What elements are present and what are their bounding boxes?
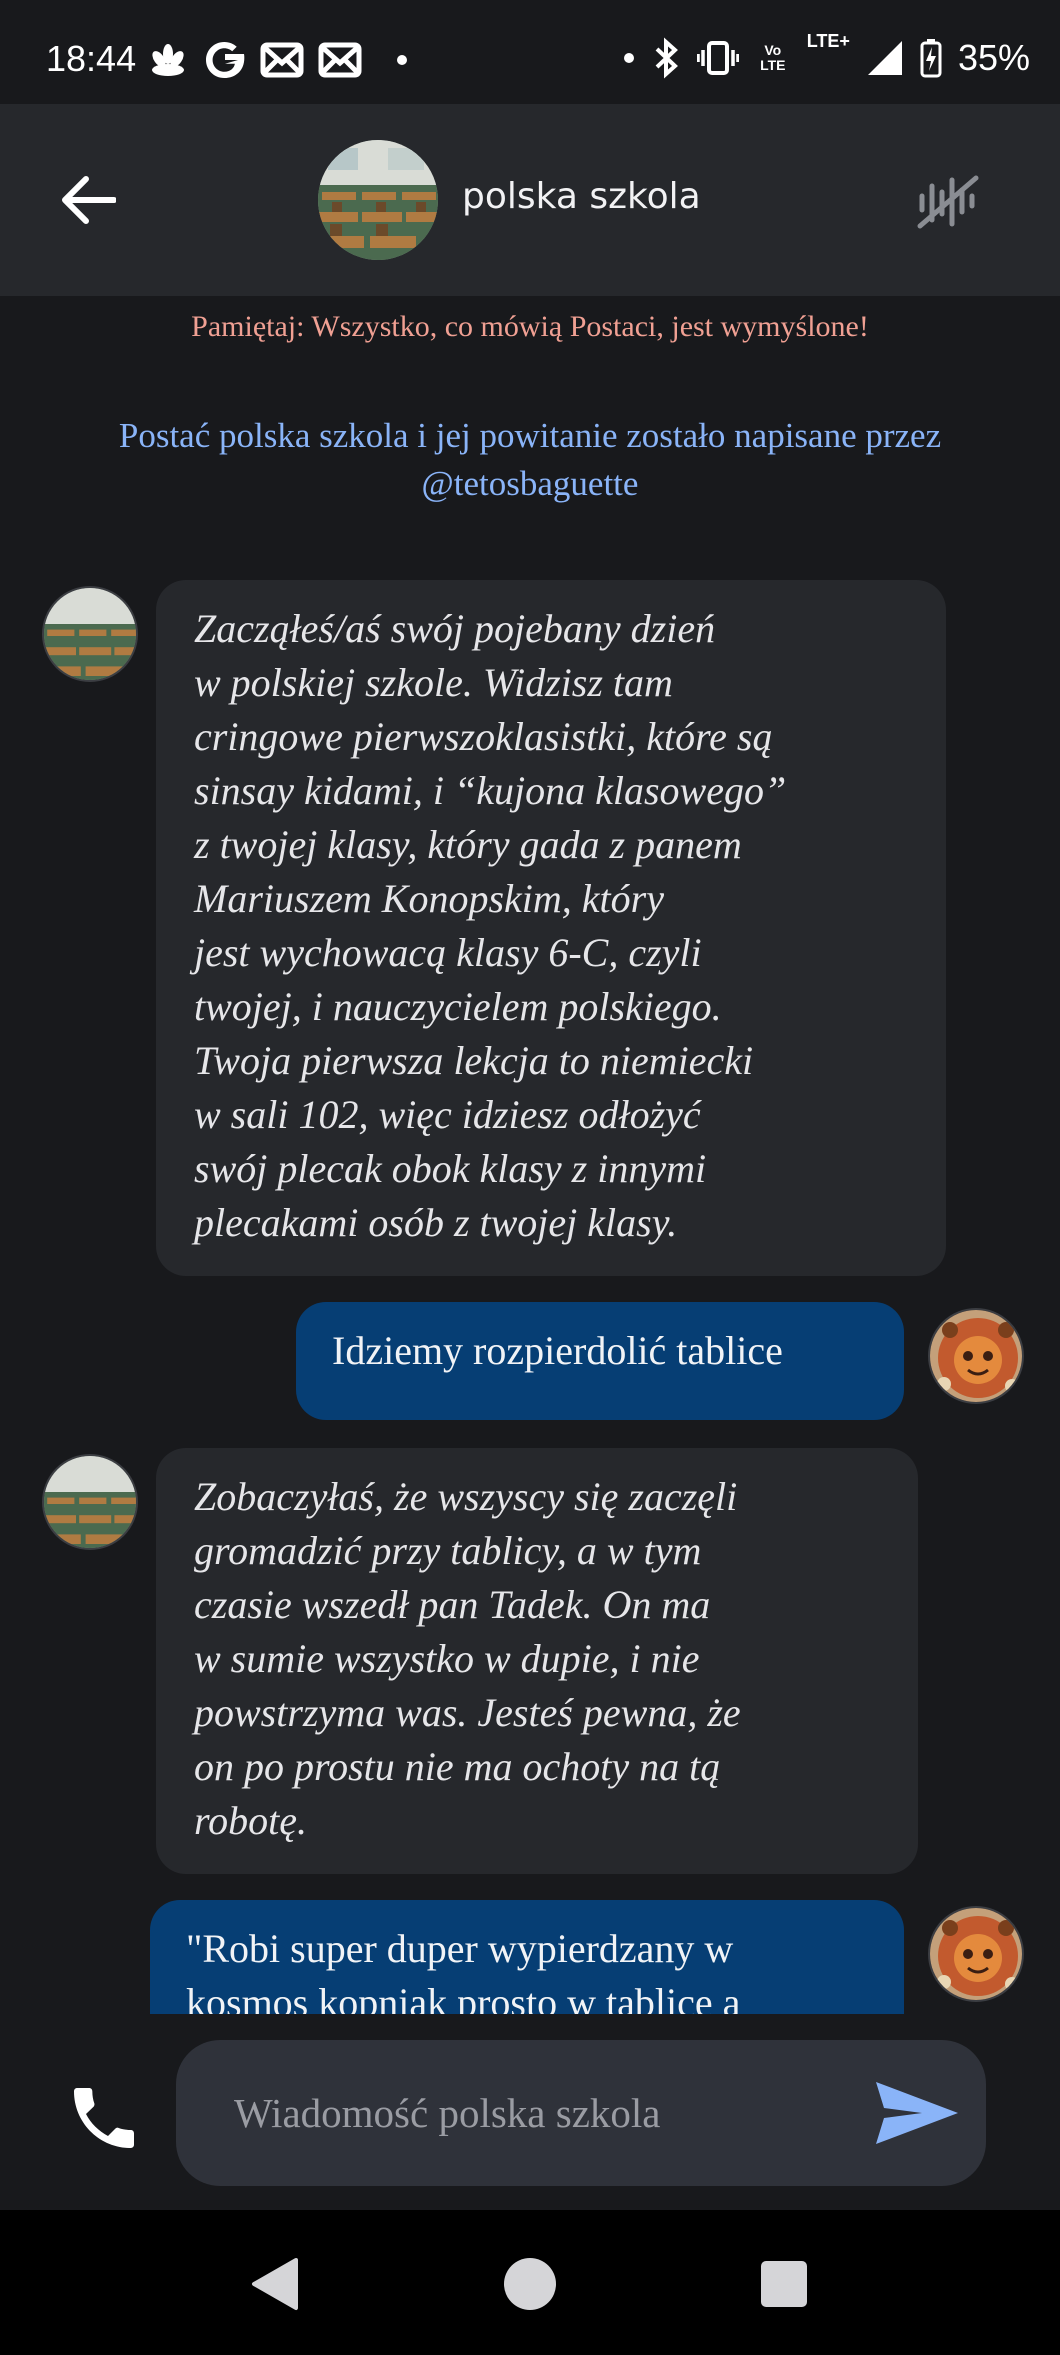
send-button[interactable] <box>870 2066 964 2160</box>
user-avatar[interactable] <box>928 1906 1024 2002</box>
battery-percent: 35% <box>957 37 1030 78</box>
flower-icon <box>148 42 188 78</box>
mail-icon <box>318 41 362 79</box>
message-text: Zobaczyłaś, że wszyscy się zaczęli groma… <box>194 1474 741 1843</box>
dot-icon <box>396 54 408 66</box>
home-circle-icon <box>504 2258 556 2310</box>
user-message[interactable]: Idziemy rozpierdolić tablice <box>296 1302 904 1420</box>
mail-icon <box>260 41 304 79</box>
signal-icon <box>866 39 904 77</box>
user-message[interactable]: "Robi super duper wypierdzany w kosmos k… <box>150 1900 904 2014</box>
message-text: "Robi super duper wypierdzany w kosmos k… <box>186 1926 741 2014</box>
arrow-left-icon <box>62 176 116 224</box>
message-input[interactable] <box>234 2076 794 2150</box>
call-button[interactable] <box>60 2074 148 2162</box>
message-text: Zacząłeś/aś swój pojebany dzień w polski… <box>194 606 787 1245</box>
character-name[interactable]: polska szkola <box>462 176 701 217</box>
lte-label: LTE+ <box>806 31 850 51</box>
voice-off-icon <box>917 175 979 229</box>
message-text: Idziemy rozpierdolić tablice <box>332 1328 783 1373</box>
notification-icons <box>148 36 408 84</box>
status-bar: 18:44 Vo LTE LTE+ 35% <box>0 0 1060 104</box>
back-triangle-icon <box>252 2258 298 2310</box>
voice-toggle-button[interactable] <box>912 166 984 238</box>
nav-back-button[interactable] <box>244 2254 304 2314</box>
recents-square-icon <box>761 2261 807 2307</box>
bot-message[interactable]: Zobaczyłaś, że wszyscy się zaczęli groma… <box>156 1448 918 1874</box>
nav-home-button[interactable] <box>500 2254 560 2314</box>
nav-recents-button[interactable] <box>754 2254 814 2314</box>
google-icon <box>202 38 246 82</box>
chat-scroll-area[interactable]: Pamiętaj: Wszystko, co mówią Postaci, je… <box>0 296 1060 2014</box>
bot-avatar[interactable] <box>42 1454 138 1550</box>
battery-charging-icon <box>920 38 942 78</box>
volte-label: Vo LTE <box>760 42 786 73</box>
chat-header: polska szkola <box>0 104 1060 296</box>
message-composer <box>0 2014 1060 2210</box>
system-icons: Vo LTE LTE+ 35% <box>623 31 1030 82</box>
bot-message[interactable]: Zacząłeś/aś swój pojebany dzień w polski… <box>156 580 946 1276</box>
bot-avatar[interactable] <box>42 586 138 682</box>
message-input-box[interactable] <box>176 2040 986 2186</box>
status-time: 18:44 <box>46 38 137 79</box>
bluetooth-icon <box>651 37 681 79</box>
creator-credit: Postać polska szkola i jej powitanie zos… <box>118 416 942 503</box>
ai-disclaimer: Pamiętaj: Wszystko, co mówią Postaci, je… <box>191 310 869 343</box>
send-icon <box>876 2082 958 2144</box>
system-nav-bar <box>0 2210 1060 2355</box>
back-button[interactable] <box>58 170 118 230</box>
character-avatar[interactable] <box>318 140 438 260</box>
user-avatar[interactable] <box>928 1308 1024 1404</box>
dot-icon <box>623 52 635 64</box>
vibrate-icon <box>696 40 739 76</box>
phone-icon <box>74 2088 134 2148</box>
